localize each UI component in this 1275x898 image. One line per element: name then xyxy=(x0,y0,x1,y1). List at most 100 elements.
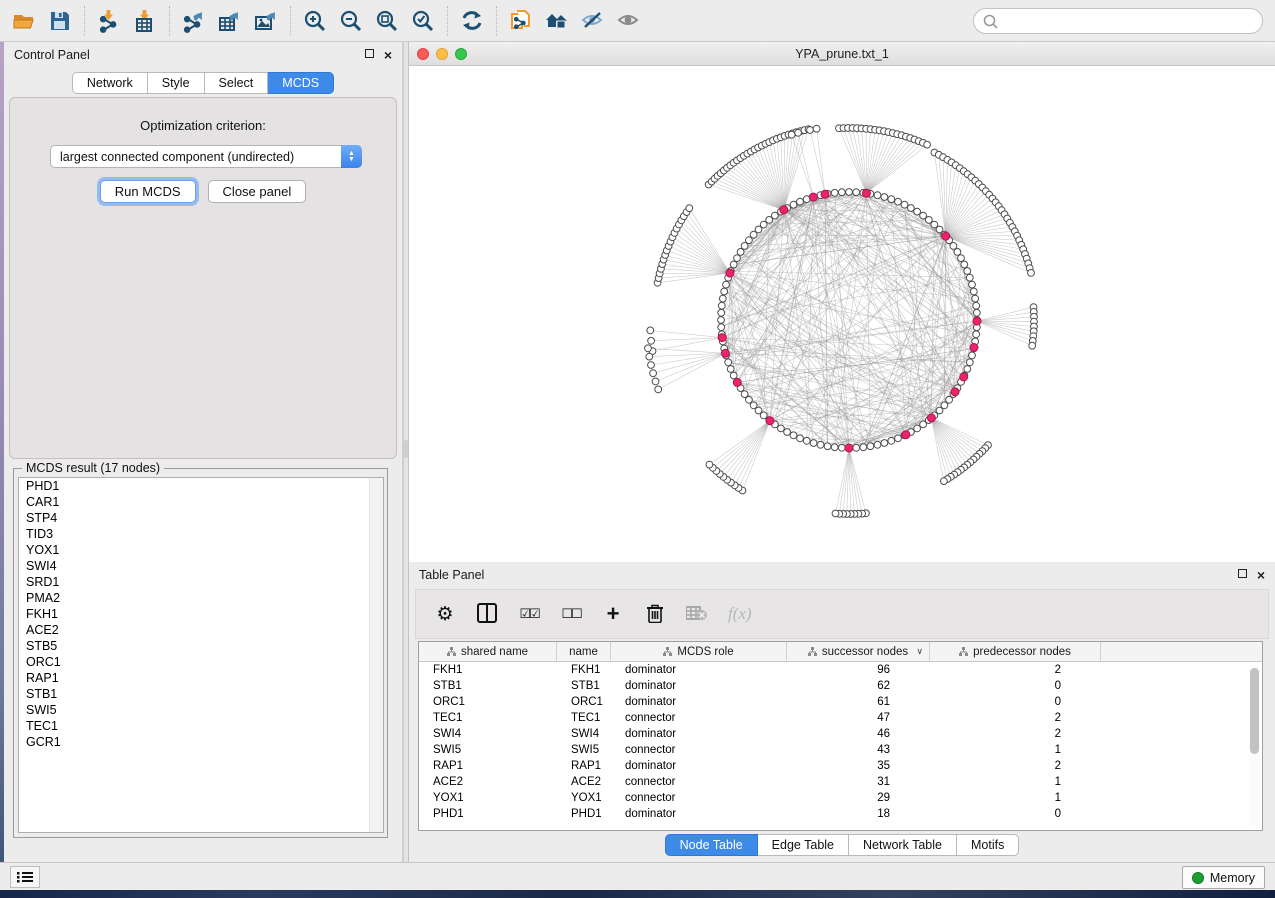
table-cell[interactable]: 0 xyxy=(930,806,1101,822)
table-cell[interactable]: 35 xyxy=(787,758,930,774)
search-input[interactable] xyxy=(1003,14,1262,28)
tab-motifs[interactable]: Motifs xyxy=(957,834,1019,856)
tab-edge-table[interactable]: Edge Table xyxy=(758,834,849,856)
table-row[interactable]: STB1STB1dominator620 xyxy=(419,678,1262,694)
float-table-icon[interactable] xyxy=(1238,569,1247,581)
result-node-item[interactable]: GCR1 xyxy=(19,734,383,750)
result-node-item[interactable]: SWI5 xyxy=(19,702,383,718)
table-cell[interactable]: connector xyxy=(611,742,787,758)
result-node-item[interactable]: STP4 xyxy=(19,510,383,526)
table-cell[interactable]: 1 xyxy=(930,790,1101,806)
export-image-button[interactable] xyxy=(248,4,284,38)
add-column-button[interactable]: + xyxy=(602,602,624,626)
table-cell[interactable]: FKH1 xyxy=(419,662,557,678)
table-row[interactable]: SWI5SWI5connector431 xyxy=(419,742,1262,758)
refresh-button[interactable] xyxy=(454,4,490,38)
table-cell[interactable]: STB1 xyxy=(557,678,611,694)
table-cell[interactable]: FKH1 xyxy=(557,662,611,678)
table-cell[interactable]: connector xyxy=(611,710,787,726)
table-scrollbar-thumb[interactable] xyxy=(1250,668,1259,754)
table-cell[interactable]: SWI5 xyxy=(419,742,557,758)
table-cell[interactable]: TEC1 xyxy=(419,710,557,726)
network-graph-canvas[interactable] xyxy=(409,66,1275,562)
table-cell[interactable]: 62 xyxy=(787,678,930,694)
column-header-shared-name[interactable]: shared name xyxy=(419,642,557,661)
result-node-item[interactable]: FKH1 xyxy=(19,606,383,622)
mcds-result-list[interactable]: PHD1CAR1STP4TID3YOX1SWI4SRD1PMA2FKH1ACE2… xyxy=(18,477,384,833)
table-cell[interactable]: 47 xyxy=(787,710,930,726)
table-cell[interactable]: YOX1 xyxy=(419,790,557,806)
import-table-button[interactable] xyxy=(127,4,163,38)
table-row[interactable]: TEC1TEC1connector472 xyxy=(419,710,1262,726)
first-neighbors-button[interactable] xyxy=(539,4,575,38)
table-cell[interactable]: PHD1 xyxy=(557,806,611,822)
table-cell[interactable]: ACE2 xyxy=(557,774,611,790)
table-row[interactable]: RAP1RAP1dominator352 xyxy=(419,758,1262,774)
table-cell[interactable]: 1 xyxy=(930,742,1101,758)
import-network-button[interactable] xyxy=(91,4,127,38)
open-button[interactable] xyxy=(6,4,42,38)
table-row[interactable]: FKH1FKH1dominator962 xyxy=(419,662,1262,678)
result-node-item[interactable]: YOX1 xyxy=(19,542,383,558)
table-cell[interactable]: connector xyxy=(611,774,787,790)
table-cell[interactable]: 0 xyxy=(930,694,1101,710)
tab-network-table[interactable]: Network Table xyxy=(849,834,957,856)
table-row[interactable]: YOX1YOX1connector291 xyxy=(419,790,1262,806)
table-row[interactable]: ACE2ACE2connector311 xyxy=(419,774,1262,790)
show-all-button[interactable] xyxy=(611,4,647,38)
table-cell[interactable]: PHD1 xyxy=(419,806,557,822)
search-box[interactable] xyxy=(973,8,1263,34)
table-cell[interactable]: dominator xyxy=(611,694,787,710)
clone-network-button[interactable] xyxy=(503,4,539,38)
result-node-item[interactable]: PHD1 xyxy=(19,478,383,494)
result-node-item[interactable]: ACE2 xyxy=(19,622,383,638)
table-cell[interactable]: ACE2 xyxy=(419,774,557,790)
export-network-button[interactable] xyxy=(176,4,212,38)
table-cell[interactable]: 29 xyxy=(787,790,930,806)
table-row[interactable]: PHD1PHD1dominator180 xyxy=(419,806,1262,822)
table-cell[interactable]: SWI4 xyxy=(419,726,557,742)
table-cell[interactable]: RAP1 xyxy=(419,758,557,774)
table-cell[interactable]: dominator xyxy=(611,662,787,678)
tab-node-table[interactable]: Node Table xyxy=(665,834,758,856)
close-panel-icon[interactable]: × xyxy=(384,48,392,62)
table-cell[interactable]: dominator xyxy=(611,758,787,774)
column-header-successor-nodes[interactable]: successor nodes∨ xyxy=(787,642,930,661)
table-cell[interactable]: 0 xyxy=(930,678,1101,694)
table-cell[interactable]: 46 xyxy=(787,726,930,742)
panel-layout-button[interactable] xyxy=(476,602,498,626)
table-cell[interactable]: connector xyxy=(611,790,787,806)
table-cell[interactable]: YOX1 xyxy=(557,790,611,806)
table-cell[interactable]: 1 xyxy=(930,774,1101,790)
table-cell[interactable]: dominator xyxy=(611,726,787,742)
table-cell[interactable]: 43 xyxy=(787,742,930,758)
table-settings-button[interactable]: ⚙ xyxy=(434,602,456,626)
table-cell[interactable]: 18 xyxy=(787,806,930,822)
table-cell[interactable]: 2 xyxy=(930,758,1101,774)
table-cell[interactable]: ORC1 xyxy=(419,694,557,710)
result-node-item[interactable]: CAR1 xyxy=(19,494,383,510)
result-node-item[interactable]: SRD1 xyxy=(19,574,383,590)
run-mcds-button[interactable]: Run MCDS xyxy=(100,180,196,203)
result-node-item[interactable]: PMA2 xyxy=(19,590,383,606)
table-cell[interactable]: TEC1 xyxy=(557,710,611,726)
float-window-icon[interactable] xyxy=(365,49,374,61)
table-cell[interactable]: dominator xyxy=(611,806,787,822)
memory-button[interactable]: Memory xyxy=(1182,866,1265,889)
column-header-MCDS-role[interactable]: MCDS role xyxy=(611,642,787,661)
result-node-item[interactable]: STB5 xyxy=(19,638,383,654)
table-cell[interactable]: 96 xyxy=(787,662,930,678)
table-row[interactable]: SWI4SWI4dominator462 xyxy=(419,726,1262,742)
close-table-icon[interactable]: × xyxy=(1257,568,1265,582)
column-header-name[interactable]: name xyxy=(557,642,611,661)
result-node-item[interactable]: STB1 xyxy=(19,686,383,702)
result-node-item[interactable]: TEC1 xyxy=(19,718,383,734)
table-cell[interactable]: 2 xyxy=(930,710,1101,726)
splitter-handle[interactable] xyxy=(404,440,408,458)
table-cell[interactable]: SWI4 xyxy=(557,726,611,742)
result-node-item[interactable]: ORC1 xyxy=(19,654,383,670)
sort-chevron-icon[interactable]: ∨ xyxy=(916,646,923,657)
deselect-all-rows-button[interactable]: ☐☐ xyxy=(560,602,582,626)
table-cell[interactable]: 2 xyxy=(930,726,1101,742)
table-cell[interactable]: 31 xyxy=(787,774,930,790)
